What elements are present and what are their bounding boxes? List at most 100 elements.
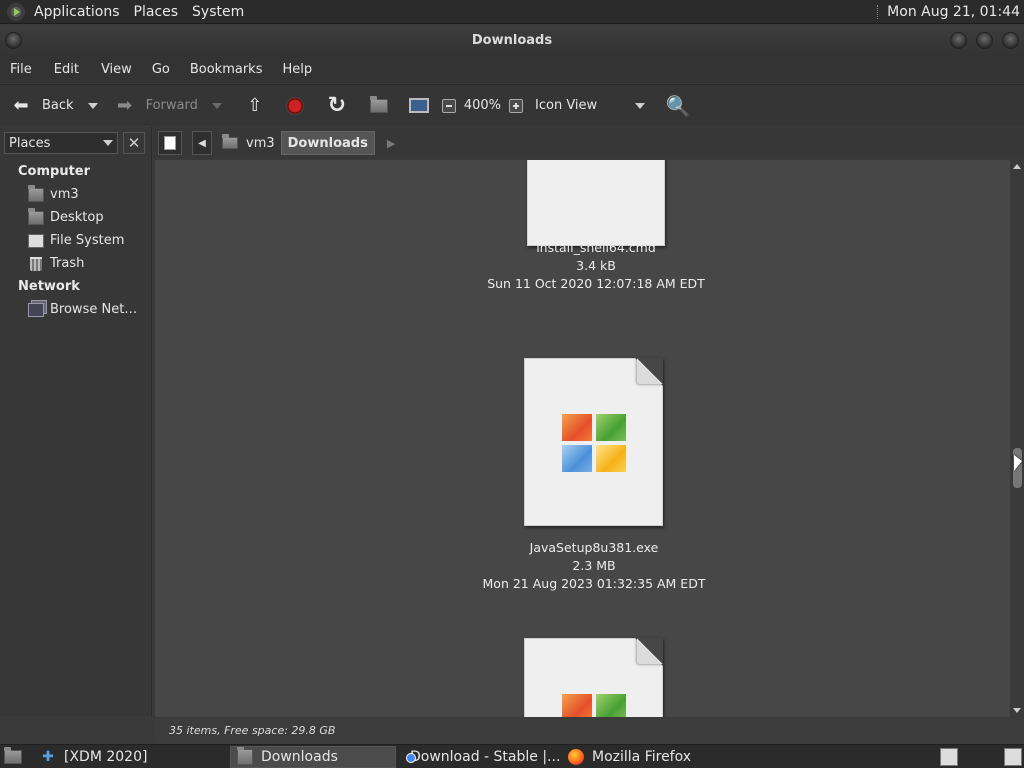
- menu-bookmarks[interactable]: Bookmarks: [190, 62, 263, 77]
- view-mode-value: Icon View: [535, 98, 598, 113]
- sidebar-item-file-system[interactable]: File System: [0, 229, 151, 252]
- folder-icon: [237, 746, 253, 765]
- search-icon: 🔍: [665, 93, 691, 118]
- zoom-in-button[interactable]: [509, 98, 524, 113]
- breadcrumb-vm3[interactable]: vm3: [216, 131, 281, 155]
- sidebar-close-button[interactable]: ✕: [123, 132, 145, 154]
- breadcrumb-label: vm3: [246, 135, 275, 151]
- menu-edit[interactable]: Edit: [54, 62, 79, 77]
- file-date: Sun 11 Oct 2020 12:07:18 AM EDT: [487, 276, 705, 291]
- panel-menu-places[interactable]: Places: [134, 4, 187, 20]
- breadcrumb-scroll-left[interactable]: ◀: [192, 131, 212, 155]
- forward-arrow-icon: ➡: [117, 95, 133, 116]
- chevron-left-icon: ◀: [198, 137, 206, 149]
- breadcrumb-scroll-right[interactable]: ▶: [387, 137, 395, 150]
- status-text: 35 items, Free space: 29.8 GB: [169, 724, 336, 737]
- window-title: Downloads: [471, 33, 553, 48]
- scroll-up-icon[interactable]: [1013, 164, 1021, 169]
- back-label: Back: [42, 98, 74, 113]
- stop-icon: [285, 96, 304, 115]
- chevron-down-icon: [635, 102, 646, 109]
- stop-button[interactable]: [285, 96, 304, 115]
- distro-logo-icon[interactable]: [7, 2, 25, 21]
- sidebar-item-trash[interactable]: Trash: [0, 252, 151, 275]
- chevron-down-icon: [103, 140, 113, 146]
- forward-button[interactable]: ➡ Forward: [114, 95, 222, 117]
- sidebar-section-computer: Computer: [18, 164, 91, 179]
- forward-history-dropdown[interactable]: [211, 102, 222, 109]
- desktop-folder-icon: [28, 207, 44, 225]
- file-name: install_shell64.cmd: [536, 240, 656, 255]
- workspace-switcher[interactable]: [940, 747, 958, 766]
- home-button[interactable]: [368, 95, 390, 117]
- network-icon: [28, 302, 44, 317]
- reload-button[interactable]: ↻: [326, 93, 348, 118]
- location-bar: ◀ vm3 Downloads ▶: [153, 127, 1024, 159]
- zoom-out-icon: [441, 98, 456, 113]
- firefox-icon: [568, 748, 584, 765]
- window-menu-button[interactable]: [5, 32, 22, 49]
- sidebar-item-desktop[interactable]: Desktop: [0, 206, 151, 229]
- trash-applet[interactable]: [1004, 747, 1022, 766]
- sidebar-item-label: Desktop: [50, 210, 104, 225]
- panel-menu-applications[interactable]: Applications: [34, 4, 128, 20]
- text-file-icon: [527, 160, 665, 246]
- search-button[interactable]: 🔍: [665, 93, 691, 118]
- taskbar-item-label: [XDM 2020]: [64, 748, 148, 765]
- desktop-icon: [4, 746, 22, 764]
- file-item[interactable]: [444, 638, 744, 717]
- menu-help[interactable]: Help: [282, 62, 312, 77]
- exe-file-icon: [524, 358, 663, 526]
- file-item[interactable]: install_shell64.cmd 3.4 kB Sun 11 Oct 20…: [446, 160, 746, 320]
- file-item[interactable]: JavaSetup8u381.exe 2.3 MB Mon 21 Aug 202…: [444, 358, 744, 598]
- zoom-out-button[interactable]: [441, 98, 456, 113]
- file-icon-view[interactable]: install_shell64.cmd 3.4 kB Sun 11 Oct 20…: [155, 160, 1010, 717]
- vertical-scrollbar[interactable]: [1010, 160, 1024, 717]
- taskbar-item-label: Downloads: [261, 748, 338, 765]
- taskbar-item-chrome[interactable]: Download - Stable |...: [396, 746, 562, 768]
- status-bar: 35 items, Free space: 29.8 GB: [155, 718, 1024, 743]
- toolbar: ⬅ Back ➡ Forward ⇧ ↻ 400% Icon View 🔍: [0, 84, 1024, 126]
- home-folder-icon: [222, 134, 238, 149]
- back-button[interactable]: ⬅ Back: [10, 95, 98, 117]
- window-titlebar[interactable]: Downloads: [0, 25, 1024, 56]
- maximize-button[interactable]: [976, 32, 993, 49]
- up-button[interactable]: ⇧: [244, 95, 266, 117]
- taskbar-item-downloads[interactable]: Downloads: [230, 745, 396, 768]
- taskbar-item-xdm[interactable]: ✚ [XDM 2020]: [34, 746, 194, 768]
- sidebar-item-browse-network[interactable]: Browse Net…: [0, 298, 151, 321]
- view-mode-select[interactable]: Icon View: [535, 98, 646, 113]
- panel-menu-system[interactable]: System: [192, 4, 252, 20]
- computer-button[interactable]: [408, 95, 430, 117]
- menu-view[interactable]: View: [101, 62, 132, 77]
- scroll-down-icon[interactable]: [1013, 708, 1021, 713]
- sidebar-view-select[interactable]: Places: [4, 132, 118, 154]
- zoom-in-icon: [509, 98, 524, 113]
- zoom-level[interactable]: 400%: [464, 98, 501, 113]
- windows-logo-icon: [562, 694, 626, 717]
- exe-file-icon: [524, 638, 663, 717]
- menu-file[interactable]: File: [10, 62, 32, 77]
- minimize-button[interactable]: [950, 32, 967, 49]
- windows-logo-icon: [562, 414, 626, 472]
- back-history-dropdown[interactable]: [87, 102, 98, 109]
- taskbar-item-firefox[interactable]: Mozilla Firefox: [562, 746, 722, 768]
- reload-icon: ↻: [327, 93, 347, 118]
- home-folder-icon: [368, 95, 390, 117]
- menubar: File Edit View Go Bookmarks Help: [0, 56, 1024, 83]
- sidebar-item-label: Trash: [50, 256, 85, 271]
- show-desktop-button[interactable]: [0, 746, 26, 768]
- taskbar-item-label: Mozilla Firefox: [592, 748, 692, 765]
- toggle-location-entry-button[interactable]: [158, 131, 182, 155]
- breadcrumb-downloads[interactable]: Downloads: [280, 131, 375, 155]
- panel-clock[interactable]: Mon Aug 21, 01:44: [887, 4, 1020, 20]
- sidebar-section-network: Network: [18, 279, 80, 294]
- close-window-button[interactable]: [1002, 32, 1019, 49]
- menu-go[interactable]: Go: [152, 62, 170, 77]
- sidebar-item-vm3[interactable]: vm3: [0, 183, 151, 206]
- file-date: Mon 21 Aug 2023 01:32:35 AM EDT: [482, 576, 706, 591]
- taskbar: ✚ [XDM 2020] Downloads Download - Stable…: [0, 744, 1024, 768]
- file-name: JavaSetup8u381.exe: [529, 540, 659, 555]
- sidebar-item-label: File System: [50, 233, 125, 248]
- panel-separator: [877, 4, 879, 19]
